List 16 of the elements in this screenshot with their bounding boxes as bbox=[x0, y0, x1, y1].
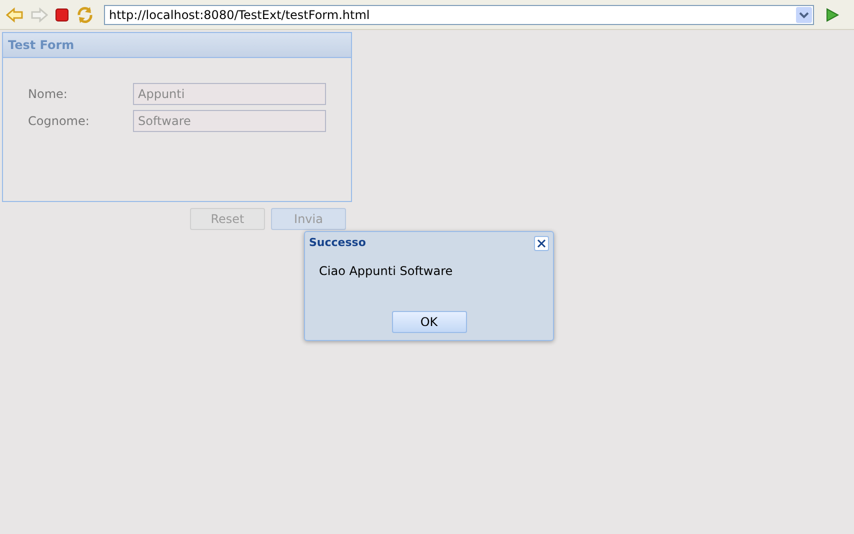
ok-button[interactable]: OK bbox=[392, 311, 466, 333]
field-label: Nome: bbox=[28, 86, 68, 103]
input-field[interactable]: Software bbox=[133, 110, 326, 132]
form-button[interactable]: Reset bbox=[190, 208, 265, 230]
dropdown-icon[interactable] bbox=[796, 6, 812, 22]
field-label: Cognome: bbox=[28, 113, 90, 130]
panel-title: Test Form bbox=[8, 37, 74, 54]
close-button[interactable] bbox=[534, 236, 549, 250]
address-field[interactable]: http://localhost:8080/TestExt/testForm.html bbox=[104, 4, 814, 24]
dialog-message: Ciao Appunti Software bbox=[319, 263, 454, 280]
close-icon bbox=[537, 238, 546, 248]
form-button[interactable]: Invia bbox=[271, 208, 346, 230]
input-field[interactable]: Appunti bbox=[133, 83, 326, 105]
stop-icon[interactable] bbox=[54, 6, 70, 22]
dialog-title: Successo bbox=[309, 234, 366, 251]
go-icon[interactable] bbox=[824, 6, 840, 22]
